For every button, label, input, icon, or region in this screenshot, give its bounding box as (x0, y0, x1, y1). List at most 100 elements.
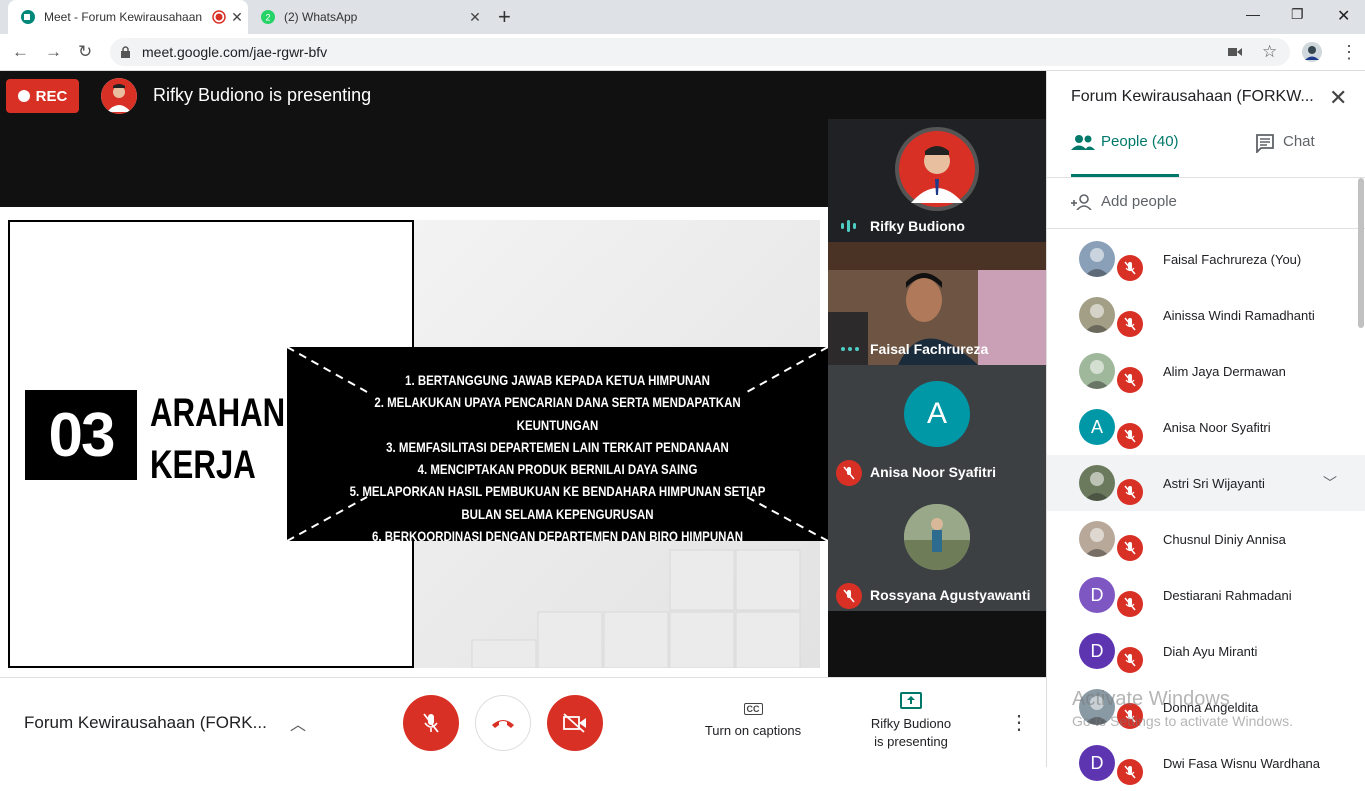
chevron-up-icon[interactable]: ︿ (290, 711, 306, 735)
mic-off-icon (836, 583, 862, 609)
mic-off-icon (1117, 647, 1143, 673)
participant-avatar (904, 504, 970, 570)
mic-off-icon (1117, 759, 1143, 785)
slide-list-item: 3. MEMFASILITASI DEPARTEMEN LAIN TERKAIT… (386, 438, 729, 455)
participant-name: Destiarani Rahmadani (1163, 587, 1292, 603)
camera-toggle-button[interactable] (547, 695, 603, 751)
participant-avatar: D (1079, 577, 1115, 613)
presenting-label: Rifky Budiono is presenting (153, 85, 372, 105)
svg-text:2: 2 (265, 13, 270, 23)
add-people-label: Add people (1101, 193, 1177, 210)
leave-call-button[interactable] (475, 695, 531, 751)
tab-title: (2) WhatsApp (284, 10, 358, 24)
browser-menu-icon[interactable]: ⋮ (1340, 42, 1358, 63)
new-tab-icon[interactable]: + (498, 4, 511, 30)
speaking-indicator-icon (841, 220, 856, 232)
tab-people[interactable]: People (40) (1071, 133, 1179, 177)
participant-avatar (895, 127, 979, 211)
present-screen-icon (900, 692, 922, 709)
participant-name: Faisal Fachrureza (You) (1163, 251, 1302, 267)
participant-name: Chusnul Diniy Annisa (1163, 531, 1286, 547)
participant-row[interactable]: Alim Jaya Dermawan (1047, 343, 1365, 399)
mic-off-icon (1117, 479, 1143, 505)
url-text: meet.google.com/jae-rgwr-bfv (142, 44, 328, 60)
add-people-button[interactable]: Add people (1071, 193, 1177, 210)
participant-row[interactable]: Chusnul Diniy Annisa (1047, 511, 1365, 567)
present-label-line1: Rifky Budiono (870, 716, 952, 731)
participant-row[interactable]: Astri Sri Wijayanti ﹀ (1047, 455, 1365, 511)
participant-name: Rifky Budiono (870, 218, 965, 234)
section-number: 03 (25, 390, 137, 480)
slide-title: ARAHAN KERJA (150, 387, 285, 491)
participant-tile[interactable]: Rossyana Agustyawanti (828, 488, 1046, 611)
tab-title: Meet - Forum Kewirausahaan (44, 10, 203, 24)
people-icon (1071, 135, 1095, 150)
participant-row[interactable]: D Destiarani Rahmadani (1047, 567, 1365, 623)
tab-whatsapp[interactable]: 2 (2) WhatsApp ✕ (252, 0, 486, 34)
participant-row[interactable]: D Dwi Fasa Wisnu Wardhana (1047, 735, 1365, 791)
bookmark-star-icon[interactable]: ☆ (1262, 42, 1277, 62)
participant-name: Anisa Noor Syafitri (870, 464, 997, 480)
tab-meet[interactable]: Meet - Forum Kewirausahaan ✕ (8, 0, 248, 34)
participant-avatar (1079, 297, 1115, 333)
watermark-line2: Go to Settings to activate Windows. (1072, 713, 1293, 729)
participant-name: Ainissa Windi Ramadhanti (1163, 307, 1315, 323)
profile-avatar[interactable] (1302, 42, 1322, 62)
window-close-icon[interactable]: ✕ (1337, 6, 1350, 26)
omnibox[interactable]: meet.google.com/jae-rgwr-bfv ☆ (110, 38, 1290, 66)
participant-name: Diah Ayu Miranti (1163, 643, 1258, 659)
participant-avatar (1079, 241, 1115, 277)
back-icon[interactable]: ← (12, 42, 29, 62)
mic-off-icon (1117, 311, 1143, 337)
tab-chat[interactable]: Chat (1255, 133, 1315, 153)
slide-list-box: 1. BERTANGGUNG JAWAB KEPADA KETUA HIMPUN… (287, 347, 828, 541)
tab-people-label: People (40) (1101, 133, 1179, 150)
watermark-line1: Activate Windows (1072, 688, 1230, 710)
people-panel: Forum Kewirausahaan (FORKW... ✕ People (… (1046, 71, 1365, 785)
camera-off-icon (563, 713, 586, 733)
browser-tab-bar: Meet - Forum Kewirausahaan ✕ 2 (2) Whats… (0, 0, 1365, 34)
present-button[interactable]: Rifky Budiono is presenting (862, 692, 960, 751)
participant-row[interactable]: Ainissa Windi Ramadhanti (1047, 287, 1365, 343)
participant-row[interactable]: Faisal Fachrureza (You) (1047, 231, 1365, 287)
participant-avatar (1079, 521, 1115, 557)
participant-avatar: D (1079, 745, 1115, 781)
forward-icon[interactable]: → (45, 42, 62, 62)
close-tab-icon[interactable]: ✕ (226, 9, 248, 26)
add-person-icon (1071, 193, 1092, 210)
restore-icon[interactable]: ❐ (1291, 6, 1304, 23)
close-icon[interactable]: ✕ (1329, 85, 1347, 111)
participant-name: Anisa Noor Syafitri (1163, 419, 1271, 435)
participant-tile[interactable]: A Anisa Noor Syafitri (828, 365, 1046, 488)
more-options-icon[interactable]: ⋮ (1009, 710, 1029, 735)
participant-row[interactable]: D Diah Ayu Miranti (1047, 623, 1365, 679)
minimize-icon[interactable]: — (1246, 6, 1260, 22)
captions-button[interactable]: CC Turn on captions (700, 700, 806, 738)
mic-off-icon (1117, 255, 1143, 281)
chevron-down-icon[interactable]: ﹀ (1323, 473, 1337, 493)
chat-icon (1256, 134, 1274, 153)
record-dot-icon (17, 90, 30, 102)
recording-icon (212, 10, 226, 24)
participant-avatar: D (1079, 633, 1115, 669)
participant-tile[interactable]: Faisal Fachrureza (828, 242, 1046, 365)
mic-toggle-button[interactable] (403, 695, 459, 751)
close-tab-icon[interactable]: ✕ (464, 9, 486, 26)
present-label-line2: is presenting (874, 734, 948, 749)
reload-icon[interactable]: ↻ (78, 42, 92, 62)
slide-list-item: 1. BERTANGGUNG JAWAB KEPADA KETUA HIMPUN… (405, 372, 710, 388)
participant-tile[interactable]: Rifky Budiono (828, 119, 1046, 242)
participant-avatar (1079, 465, 1115, 501)
windows-activation-watermark: Activate Windows Go to Settings to activ… (1072, 688, 1293, 732)
divider (1047, 177, 1365, 178)
panel-scrollbar[interactable] (1358, 178, 1364, 328)
meeting-stage: REC Rifky Budiono is presenting 03 ARAHA… (0, 71, 1046, 677)
participant-avatar: A (1079, 409, 1115, 445)
mic-off-icon (1117, 535, 1143, 561)
hang-up-icon (492, 720, 514, 728)
mic-off-icon (423, 713, 439, 733)
meeting-details-button[interactable]: Forum Kewirausahaan (FORK... (24, 713, 267, 733)
camera-icon[interactable] (1228, 47, 1242, 57)
mic-off-icon (1117, 591, 1143, 617)
participant-row[interactable]: A Anisa Noor Syafitri (1047, 399, 1365, 455)
